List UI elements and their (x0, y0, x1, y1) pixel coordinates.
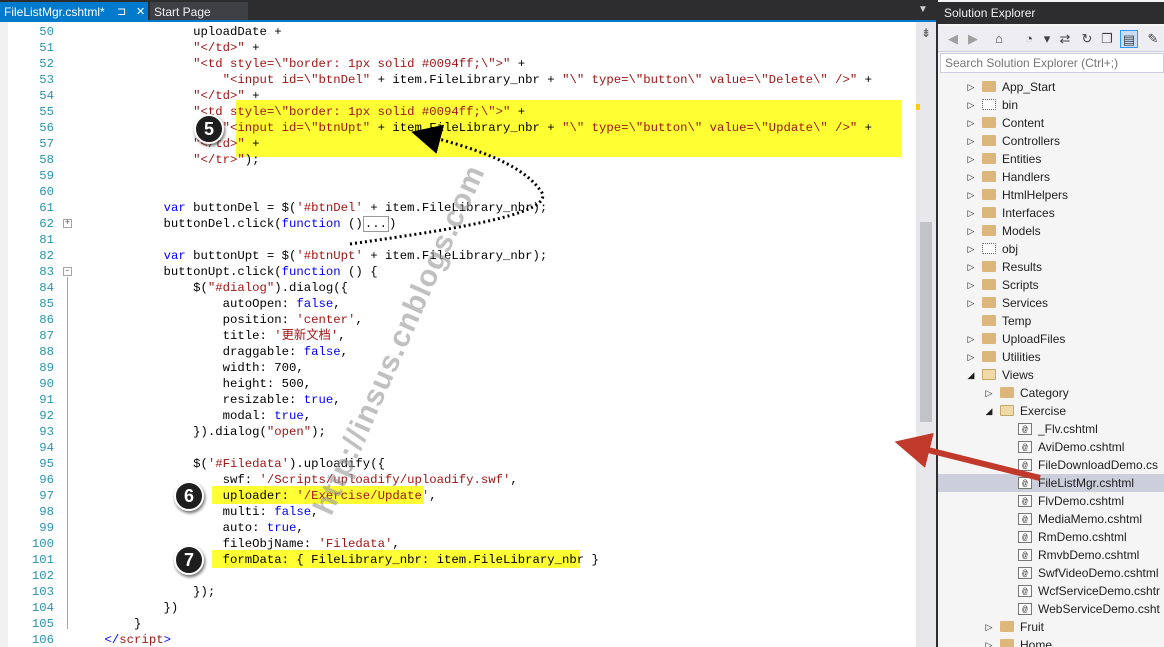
red-arrow (894, 432, 1041, 481)
red-arrow-overlay (894, 432, 1041, 481)
